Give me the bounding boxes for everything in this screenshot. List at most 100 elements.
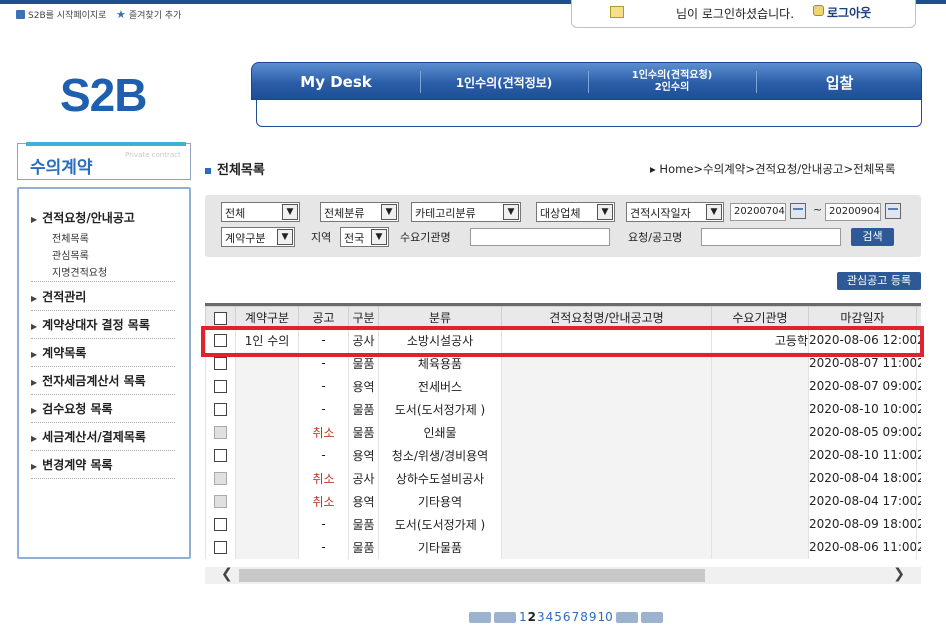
row-checkbox[interactable] [214,449,227,462]
table-row[interactable]: 취소용역기타용역 2020-08-04 17:002 [205,489,921,513]
table-row[interactable]: 취소공사상하수도설비공사 2020-08-04 18:002 [205,466,921,490]
horizontal-scrollbar[interactable]: ❮ ❯ [205,566,921,584]
page-number-link[interactable]: 6 [563,610,571,624]
cell-deadline: 2020-08-07 09:00 [808,374,917,398]
cell-agency [711,397,809,421]
page-number-link[interactable]: 9 [589,610,597,624]
page-number-link[interactable]: 4 [546,610,554,624]
sidebar-divider [31,281,175,282]
row-checkbox-cell [205,443,236,467]
scroll-left-icon[interactable]: ❮ [221,566,233,582]
page-number-link[interactable]: 1 [519,610,527,624]
calendar-icon[interactable] [885,203,901,219]
first-page-button[interactable] [469,611,491,623]
row-checkbox[interactable] [214,518,227,531]
table-row[interactable]: -용역청소/위생/경비용역 2020-08-10 11:002 [205,443,921,467]
cell-extra: 2 [916,466,921,490]
sidebar-item-label: 검수요청 목록 [42,402,113,416]
sidebar-item-contracts[interactable]: ▶ 계약목록 [31,344,175,367]
cell-deadline: 2020-08-10 10:00 [808,397,917,421]
page-number-link[interactable]: 10 [597,610,612,624]
nav-bidding[interactable]: 입찰 [756,63,923,101]
select-all-checkbox[interactable] [214,311,227,325]
logout-link[interactable]: 로그아웃 [827,4,871,21]
row-checkbox[interactable] [214,357,227,370]
page-number-link[interactable]: 5 [554,610,562,624]
row-checkbox-cell [205,420,236,444]
prev-page-button[interactable] [494,611,516,623]
row-checkbox[interactable] [214,403,227,416]
cell-notice: - [298,443,349,467]
cell-title[interactable] [501,420,712,444]
table-row[interactable]: -용역전세버스 2020-08-07 09:002 [205,374,921,398]
calendar-icon[interactable] [790,203,806,219]
nav-quote-info[interactable]: 1인수의(견적정보) [420,63,588,101]
date-from-input[interactable]: 20200704 [730,203,786,221]
favorite-link[interactable]: ★ 즐겨찾기 추가 [116,8,181,21]
chevron-down-icon: ▼ [706,204,722,220]
sidebar-sub-interest-list[interactable]: 관심목록 [52,247,89,262]
table-row[interactable]: -물품도서(도서정가제 ) 2020-08-09 18:002 [205,512,921,536]
date-to-input[interactable]: 20200904 [825,203,881,221]
class-select[interactable]: 전체분류 ▼ [320,202,399,222]
row-checkbox[interactable] [214,380,227,393]
sidebar-item-e-tax[interactable]: ▶ 전자세금계산서 목록 [31,372,175,395]
cell-title[interactable] [501,443,712,467]
cell-type: 물품 [348,512,379,536]
category-select[interactable]: 카테고리분류 ▼ [411,202,521,222]
cell-category: 전세버스 [378,374,502,398]
cell-agency [711,443,809,467]
page-number-link[interactable]: 2 [528,610,536,624]
cell-contract [235,443,299,467]
region-select[interactable]: 전국 ▼ [340,227,389,247]
chevron-down-icon: ▼ [503,204,519,220]
scrollbar-thumb[interactable] [239,569,705,582]
sidebar-sub-designated[interactable]: 지명견적요청 [52,264,107,279]
start-page-link[interactable]: S2B를 시작페이지로 [16,8,106,21]
cell-title[interactable] [501,535,712,559]
cell-title[interactable] [501,512,712,536]
table-row[interactable]: -물품도서(도서정가제 ) 2020-08-10 10:002 [205,397,921,421]
sidebar-item-quote-request[interactable]: ▶ 견적요청/안내공고 [31,209,175,231]
sidebar-item-quote-manage[interactable]: ▶ 견적관리 [31,288,175,311]
cell-title[interactable] [501,397,712,421]
nav-quote-request[interactable]: 1인수의(견적요청) 2인수의 [588,63,756,101]
page-number-link[interactable]: 7 [572,610,580,624]
sidebar-item-counterpart[interactable]: ▶ 계약상대자 결정 목록 [31,316,175,339]
sidebar-item-change-contract[interactable]: ▶ 변경계약 목록 [31,456,175,479]
agency-input[interactable] [470,228,610,246]
row-checkbox[interactable] [214,541,227,554]
all-select[interactable]: 전체 ▼ [221,202,300,222]
title-input[interactable] [701,228,841,246]
table-row[interactable]: 취소물품인쇄물 2020-08-05 09:002 [205,420,921,444]
next-page-button[interactable] [615,611,638,623]
sidebar-sub-all-list[interactable]: 전체목록 [52,230,89,245]
cell-title[interactable] [501,466,712,490]
pagination: 1 2 3 4 5 6 7 8 9 10 [469,610,663,624]
row-checkbox [214,472,227,485]
cell-extra: 2 [916,443,921,467]
page-number-link[interactable]: 3 [537,610,545,624]
page-number-link[interactable]: 8 [580,610,588,624]
search-button[interactable]: 검색 [851,228,894,246]
sidebar-item-label: 견적관리 [42,290,87,304]
lock-icon [813,5,824,16]
sidebar-item-label: 계약상대자 결정 목록 [42,318,150,332]
scroll-right-icon[interactable]: ❯ [893,566,905,582]
cell-agency [711,512,809,536]
sidebar-item-inspection[interactable]: ▶ 검수요청 목록 [31,400,175,423]
breadcrumb[interactable]: ▸ Home>수의계약>견적요청/안내공고>전체목록 [650,161,895,177]
cell-title[interactable] [501,489,712,513]
date-type-select[interactable]: 견적시작일자 ▼ [626,202,724,222]
sidebar-item-tax-payment[interactable]: ▶ 세금계산서/결제목록 [31,428,175,451]
cell-deadline: 2020-08-06 11:00 [808,535,917,559]
last-page-button[interactable] [640,611,663,623]
contract-type-select[interactable]: 계약구분 ▼ [221,227,295,247]
cell-title[interactable] [501,374,712,398]
logo[interactable]: S2B [60,68,147,122]
register-interest-button[interactable]: 관심공고 등록 [837,272,921,290]
target-select[interactable]: 대상업체 ▼ [536,202,615,222]
cell-notice: - [298,512,349,536]
nav-my-desk[interactable]: My Desk [252,63,420,101]
table-row[interactable]: -물품기타물품 2020-08-06 11:002 [205,535,921,559]
